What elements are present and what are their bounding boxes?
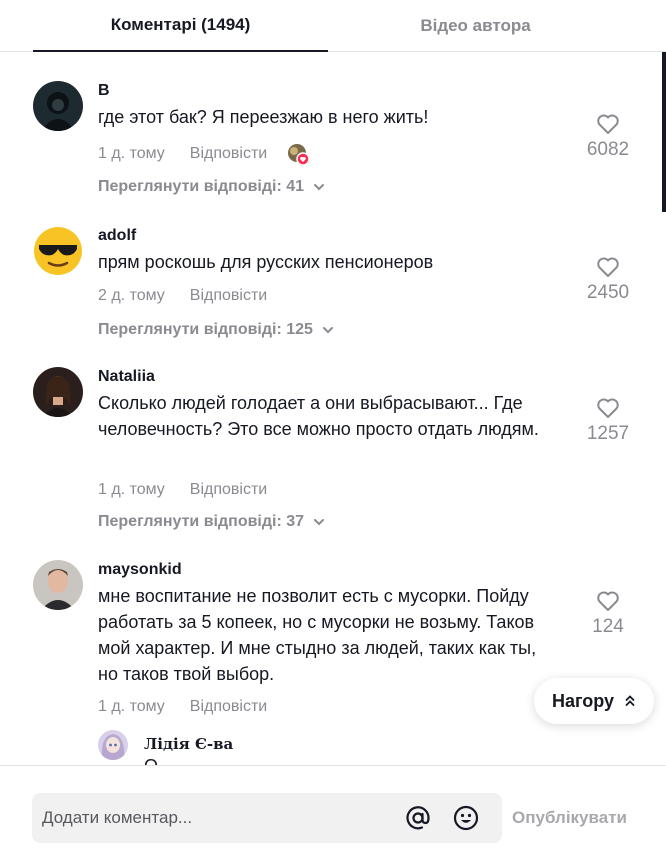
like-count: 6082 [586,139,630,160]
comment-text: Сколько людей голодает а они выбрасывают… [98,393,539,439]
comment-time: 1 д. тому [98,481,165,498]
comment-username[interactable]: maysonkid [98,560,558,580]
comment-text: прям роскошь для русских пенсионеров [98,252,434,272]
reply-button[interactable]: Відповісти [190,145,267,163]
mention-at-icon[interactable] [405,805,431,831]
comment-username[interactable]: В [98,81,558,101]
comment-text: где этот бак? Я переезжаю в него жить! [98,107,429,127]
comment-username[interactable]: Nataliia [98,367,558,387]
avatar[interactable] [33,367,83,417]
back-to-top-label: Нагору [551,690,615,711]
tab-author-videos[interactable]: Відео автора [328,0,623,52]
like-count: 1257 [586,423,630,444]
emoji-icon[interactable] [453,805,479,831]
heart-icon [597,114,619,134]
chevron-down-icon [314,184,325,191]
comment-input-box[interactable] [32,793,502,843]
heart-icon [597,591,619,611]
like-count: 124 [592,616,624,637]
chevron-down-icon [322,327,333,334]
tab-bar: Коментарі (1494) Відео автора [0,0,666,52]
like-count: 2450 [586,282,630,303]
like-button[interactable]: 2450 [573,256,643,304]
view-replies-label: Переглянути відповіді: 37 [98,513,305,530]
view-replies-button[interactable]: Переглянути відповіді: 37 [98,513,326,531]
reply-button[interactable]: Відповісти [190,698,267,716]
avatar[interactable] [98,730,128,760]
reply-button[interactable]: Відповісти [190,481,267,499]
reply-item: Лідія Є-ва О [98,730,578,766]
comment-composer: Опублікувати [0,765,666,856]
double-chevron-up-icon [625,695,635,706]
avatar[interactable] [33,226,83,276]
comment-time: 2 д. тому [98,287,165,304]
back-to-top-button[interactable]: Нагору [534,678,654,724]
comment-username[interactable]: adolf [98,226,558,246]
like-button[interactable]: 6082 [573,113,643,161]
like-button[interactable]: 1257 [573,397,643,445]
heart-icon [597,398,619,418]
comment-time: 1 д. тому [98,698,165,715]
view-replies-label: Переглянути відповіді: 125 [98,321,313,338]
tab-comments[interactable]: Коментарі (1494) [33,0,328,52]
avatar[interactable] [33,560,83,610]
comment-text: мне воспитание не позволит есть с мусорк… [98,586,537,684]
view-replies-button[interactable]: Переглянути відповіді: 125 [98,321,335,339]
avatar[interactable] [33,81,83,131]
reply-button[interactable]: Відповісти [190,287,267,305]
heart-icon [597,257,619,277]
creator-liked-icon [287,143,310,166]
scrollbar[interactable] [662,52,666,212]
comment-input[interactable] [42,793,402,843]
view-replies-button[interactable]: Переглянути відповіді: 41 [98,178,326,196]
reply-username[interactable]: Лідія Є-ва [144,735,233,753]
chevron-down-icon [314,519,325,526]
view-replies-label: Переглянути відповіді: 41 [98,178,305,195]
post-button[interactable]: Опублікувати [512,793,632,843]
comment-time: 1 д. тому [98,145,165,162]
like-button[interactable]: 124 [573,590,643,638]
